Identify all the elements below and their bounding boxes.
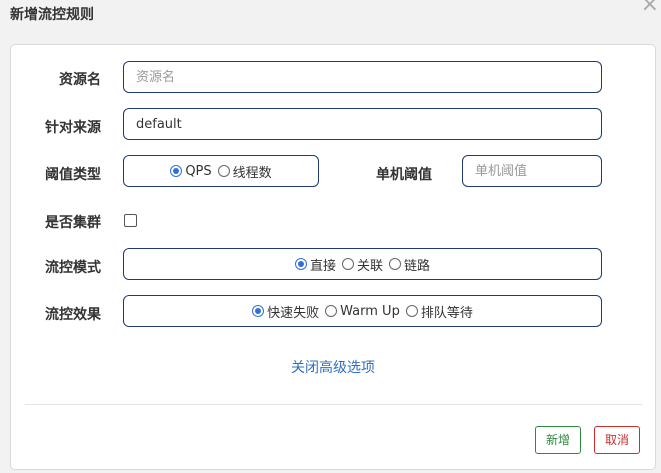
threshold-field xyxy=(462,155,602,187)
limit-app-input[interactable] xyxy=(124,109,601,139)
behavior-option-label: 快速失败 xyxy=(267,305,320,321)
cluster-label: 是否集群 xyxy=(45,215,101,231)
strategy-option-label: 直接 xyxy=(309,258,336,274)
strategy-field: 直接 关联 链路 xyxy=(123,248,602,280)
grade-field: QPS 线程数 xyxy=(123,155,319,187)
grade-label: 阈值类型 xyxy=(45,167,101,183)
strategy-option-chain[interactable]: 链路 xyxy=(389,255,430,274)
strategy-option-label: 关联 xyxy=(356,258,383,274)
behavior-option-warm-up[interactable]: Warm Up xyxy=(325,304,400,319)
limit-app-field xyxy=(123,108,602,140)
strategy-option-direct[interactable]: 直接 xyxy=(294,255,336,274)
behavior-option-fast-fail[interactable]: 快速失败 xyxy=(252,302,319,321)
behavior-option-queue[interactable]: 排队等待 xyxy=(405,302,473,321)
radio-checked-icon xyxy=(294,258,307,270)
cancel-button[interactable]: 取消 xyxy=(594,426,641,454)
radio-unchecked-icon xyxy=(325,305,338,317)
resource-label: 资源名 xyxy=(59,72,101,88)
behavior-option-label: 排队等待 xyxy=(420,305,473,321)
footer-divider xyxy=(25,404,642,405)
radio-unchecked-icon xyxy=(341,258,354,270)
behavior-radio-group: 快速失败 Warm Up 排队等待 xyxy=(124,296,601,326)
radio-checked-icon xyxy=(170,165,183,177)
threshold-input[interactable] xyxy=(463,156,601,186)
behavior-label: 流控效果 xyxy=(45,307,101,323)
resource-input[interactable] xyxy=(124,62,601,92)
advanced-options-toggle[interactable]: 关闭高级选项 xyxy=(11,357,655,377)
dialog-title: 新增流控规则 xyxy=(10,7,94,23)
strategy-radio-group: 直接 关联 链路 xyxy=(124,249,601,279)
behavior-option-label: Warm Up xyxy=(340,303,400,319)
cluster-checkbox[interactable] xyxy=(124,214,137,227)
resource-field xyxy=(123,61,602,93)
strategy-option-label: 链路 xyxy=(404,258,431,274)
radio-unchecked-icon xyxy=(217,165,230,177)
strategy-label: 流控模式 xyxy=(45,260,101,276)
close-icon[interactable]: × xyxy=(641,0,659,16)
strategy-option-relate[interactable]: 关联 xyxy=(341,255,383,274)
grade-option-label: 线程数 xyxy=(232,165,272,181)
grade-option-qps[interactable]: QPS xyxy=(170,163,212,179)
limit-app-label: 针对来源 xyxy=(45,120,101,136)
dialog-panel: 资源名 针对来源 阈值类型 QPS 线程数 单机阈值 是否集群 流控模式 xyxy=(10,44,656,470)
radio-checked-icon xyxy=(252,305,265,317)
add-button[interactable]: 新增 xyxy=(535,426,582,454)
grade-option-label: QPS xyxy=(185,163,212,179)
behavior-field: 快速失败 Warm Up 排队等待 xyxy=(123,295,602,327)
grade-option-thread[interactable]: 线程数 xyxy=(217,162,272,181)
radio-unchecked-icon xyxy=(389,258,401,270)
threshold-label: 单机阈值 xyxy=(376,167,432,183)
grade-radio-group: QPS 线程数 xyxy=(124,156,318,186)
radio-unchecked-icon xyxy=(405,305,418,317)
